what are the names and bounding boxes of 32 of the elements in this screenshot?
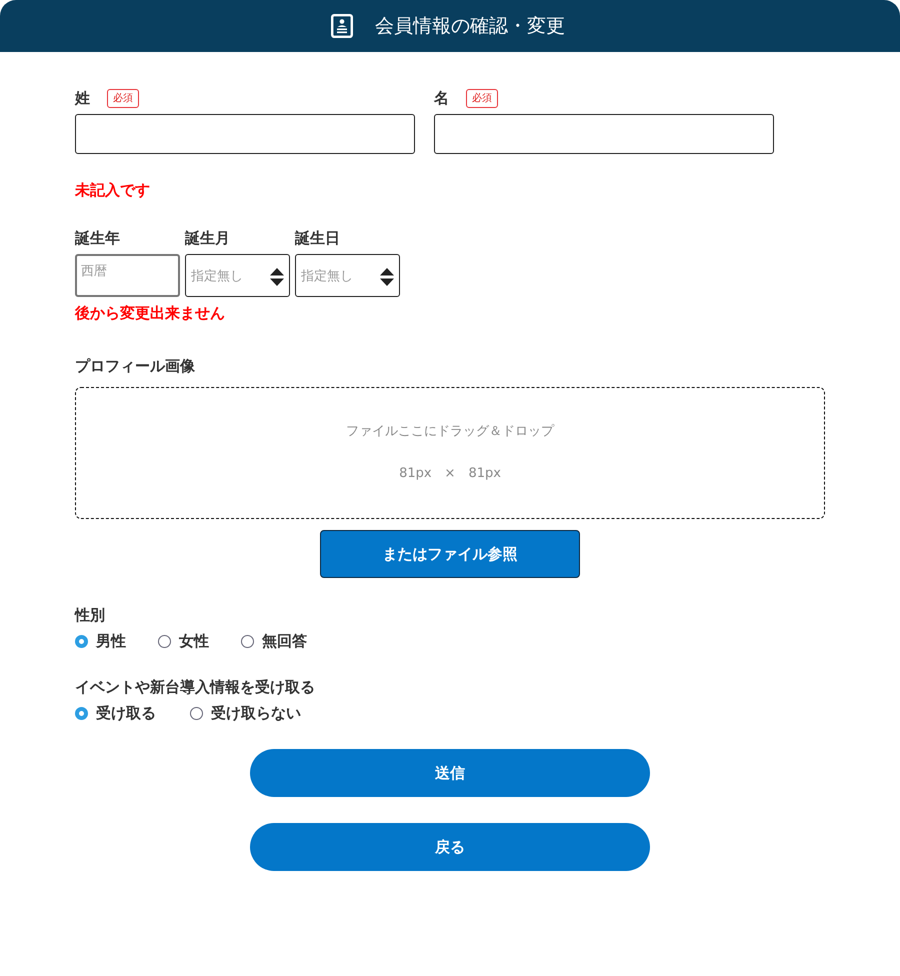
size-hint: 81px × 81px — [399, 465, 501, 483]
up-down-arrow-icon — [270, 268, 284, 286]
browse-file-button[interactable]: またはファイル参照 — [320, 530, 580, 578]
up-down-arrow-icon — [380, 268, 394, 286]
error-message: 未記入です — [75, 181, 150, 199]
back-button[interactable]: 戻る — [250, 823, 650, 871]
field-label: プロフィール画像 — [75, 357, 195, 375]
radio-option[interactable]: 女性 — [158, 632, 241, 650]
drop-hint: ファイルここにドラッグ＆ドロップ — [346, 423, 554, 441]
field-label: 誕生日 — [295, 229, 340, 247]
field-label: 誕生年 — [75, 229, 120, 247]
text-input[interactable] — [434, 114, 774, 154]
select-field[interactable]: 指定無し — [295, 254, 400, 297]
year-input[interactable]: 西暦 — [75, 254, 180, 297]
required-badge: 必須 — [107, 88, 139, 108]
contact-card-icon — [331, 14, 353, 38]
field-label: 性別 — [75, 606, 105, 624]
field-label: イベントや新台導入情報を受け取る — [75, 678, 315, 696]
text-input[interactable] — [75, 114, 415, 154]
warning-message: 後から変更出来ません — [75, 304, 225, 322]
radio-option[interactable]: 受け取らない — [190, 704, 305, 722]
required-badge: 必須 — [466, 88, 498, 108]
file-drop-zone[interactable]: ファイルここにドラッグ＆ドロップ 81px × 81px — [75, 387, 825, 519]
submit-button[interactable]: 送信 — [250, 749, 650, 797]
radio-option[interactable]: 男性 — [75, 632, 158, 650]
radio-option[interactable]: 無回答 — [241, 632, 324, 650]
field-label: 名 — [434, 89, 449, 107]
field-label: 誕生月 — [185, 229, 230, 247]
radio-option[interactable]: 受け取る — [75, 704, 190, 722]
select-field[interactable]: 指定無し — [185, 254, 290, 297]
page-title: 会員情報の確認・変更 — [375, 14, 565, 38]
field-label: 姓 — [75, 89, 90, 107]
